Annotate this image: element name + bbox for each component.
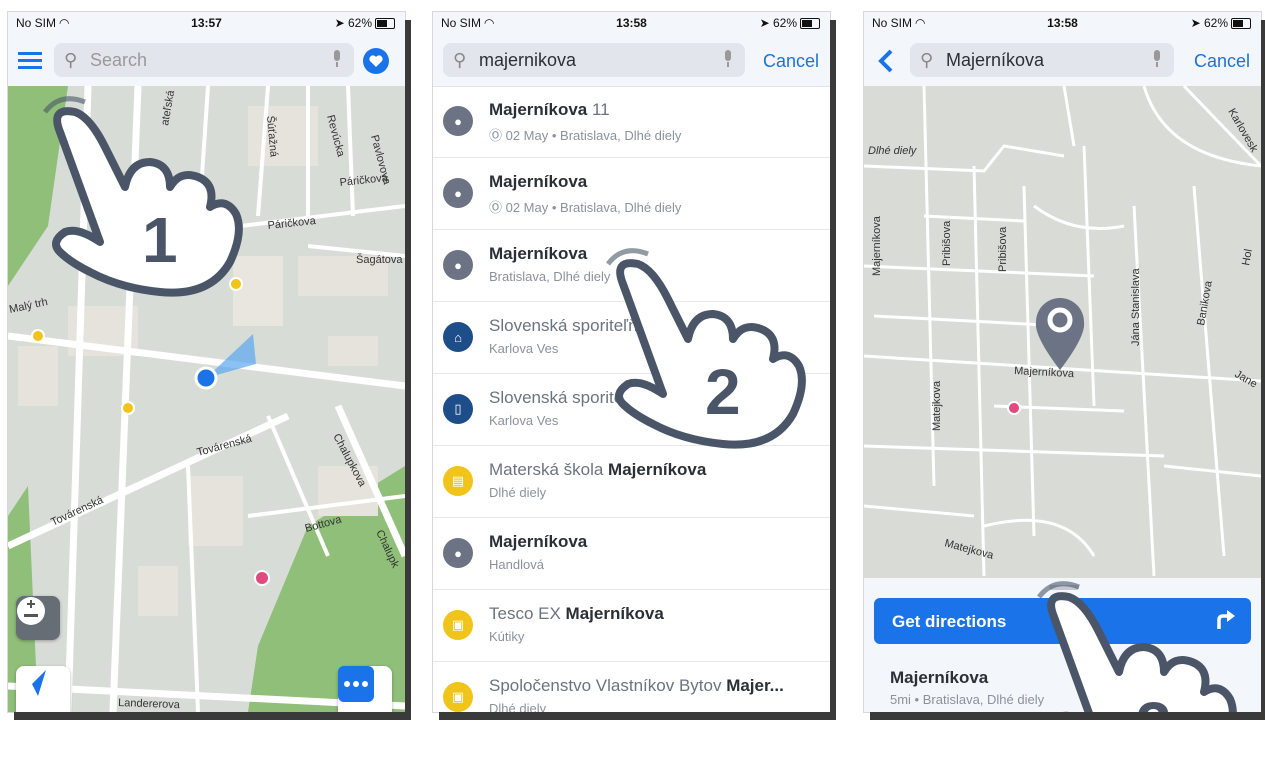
- place-subtitle: 5mi • Bratislava, Dlhé diely: [890, 692, 1045, 707]
- pin-icon: ●: [443, 106, 473, 136]
- list-item[interactable]: ● Majerníkova Handlová: [433, 518, 830, 590]
- street-label: Jána Stanislava: [1130, 267, 1142, 346]
- battery-indicator: ➤ 62%: [760, 16, 820, 30]
- list-item[interactable]: ▣ Tesco EX Majerníkova Kútiky: [433, 590, 830, 662]
- map-graphic: Pavlovova Revúcka Šúťažná Páričkova Pári…: [8, 86, 405, 712]
- search-icon: ⚲: [920, 50, 934, 70]
- list-item[interactable]: ● Majerníkova Bratislava, Dlhé diely: [433, 230, 830, 302]
- result-title: Tesco EX Majerníkova: [489, 604, 664, 623]
- result-title: Slovenská sporiteľňa: [489, 388, 648, 407]
- search-input[interactable]: ⚲ majernikova: [443, 43, 745, 77]
- drag-handle[interactable]: [1049, 585, 1079, 590]
- atm-icon: ▯: [443, 394, 473, 424]
- map-graphic: Dlhé diely Majerníkova Pribišova Pribišo…: [864, 86, 1261, 578]
- search-toolbar: ⚲ Search: [8, 34, 405, 87]
- pin-icon: ●: [443, 538, 473, 568]
- poi-marker: [31, 329, 45, 343]
- battery-icon: [800, 18, 820, 30]
- list-item[interactable]: ● Majerníkova Ⓞ 02 May • Bratislava, Dlh…: [433, 158, 830, 230]
- shop-icon: ▣: [443, 610, 473, 640]
- cancel-button[interactable]: Cancel: [1194, 51, 1250, 72]
- zoom-button[interactable]: [16, 596, 60, 640]
- back-chevron-icon[interactable]: [876, 48, 896, 74]
- status-bar: No SIM ◠ 13:57 ➤ 62%: [8, 12, 405, 34]
- results-list: ● Majerníkova 11 Ⓞ 02 May • Bratislava, …: [433, 86, 830, 712]
- microphone-icon[interactable]: [332, 50, 342, 68]
- result-subtitle: Karlova Ves: [489, 413, 559, 428]
- search-icon: ⚲: [453, 50, 467, 70]
- battery-indicator: ➤ 62%: [335, 16, 395, 30]
- search-toolbar: ⚲ Majerníkova Cancel: [864, 34, 1261, 87]
- result-title: Majerníkova: [489, 244, 588, 263]
- search-value: majernikova: [479, 50, 577, 70]
- poi-marker: [254, 570, 270, 586]
- result-subtitle: Handlová: [489, 557, 544, 572]
- result-subtitle: Bratislava, Dlhé diely: [489, 269, 611, 284]
- turn-right-arrow-icon: [1215, 609, 1237, 636]
- status-bar: No SIM ◠ 13:58 ➤ 62%: [433, 12, 830, 34]
- result-subtitle: Karlova Ves: [489, 341, 559, 356]
- battery-icon: [1231, 18, 1251, 30]
- street-label: Majerníkova: [871, 215, 883, 276]
- locate-button[interactable]: [16, 666, 70, 712]
- bank-icon: ⌂: [443, 322, 473, 352]
- menu-icon[interactable]: [18, 50, 42, 70]
- result-subtitle: Dlhé diely: [489, 485, 547, 500]
- zoom-plus-minus-icon: [17, 597, 45, 625]
- result-subtitle: Ⓞ 02 May • Bratislava, Dlhé diely: [489, 128, 682, 143]
- result-title: Slovenská sporiteľňa: [489, 316, 648, 335]
- status-bar: No SIM ◠ 13:58 ➤ 62%: [864, 12, 1261, 34]
- screen-map-view: No SIM ◠ 13:57 ➤ 62% ⚲ Search Pavlovova …: [8, 12, 405, 712]
- list-item[interactable]: ▣ Spoločenstvo Vlastníkov Bytov Majer...…: [433, 662, 830, 712]
- navigation-arrow-icon: [20, 670, 46, 696]
- microphone-icon[interactable]: [723, 50, 733, 68]
- result-title: Majerníkova: [489, 532, 588, 551]
- get-directions-label: Get directions: [892, 612, 1007, 631]
- list-item[interactable]: ▤ Materská škola Majerníkova Dlhé diely: [433, 446, 830, 518]
- street-label: Matejkova: [931, 380, 943, 431]
- area-label: Dlhé diely: [868, 145, 918, 157]
- search-toolbar: ⚲ majernikova Cancel: [433, 34, 830, 87]
- battery-icon: [375, 18, 395, 30]
- poi-marker: [229, 277, 243, 291]
- street-label: Pribišova: [941, 220, 953, 266]
- place-title: Majerníkova: [890, 668, 989, 687]
- shop-icon: ▣: [443, 682, 473, 712]
- get-directions-button[interactable]: Get directions: [874, 598, 1251, 644]
- place-panel: Get directions Majerníkova 5mi • Bratisl…: [864, 578, 1261, 712]
- search-icon: ⚲: [64, 50, 78, 70]
- result-subtitle: Ⓞ 02 May • Bratislava, Dlhé diely: [489, 200, 682, 215]
- screen-search-results: No SIM ◠ 13:58 ➤ 62% ⚲ majernikova Cancel…: [433, 12, 830, 712]
- search-input[interactable]: ⚲ Search: [54, 43, 354, 77]
- result-title: Majerníkova: [489, 172, 588, 191]
- search-placeholder: Search: [90, 50, 148, 70]
- heart-icon[interactable]: [363, 48, 389, 74]
- list-item[interactable]: ● Majerníkova 11 Ⓞ 02 May • Bratislava, …: [433, 86, 830, 158]
- street-label: Landererova: [118, 697, 181, 711]
- pin-icon: ●: [443, 250, 473, 280]
- search-input[interactable]: ⚲ Majerníkova: [910, 43, 1174, 77]
- school-icon: ▤: [443, 466, 473, 496]
- result-title: Majerníkova 11: [489, 100, 610, 119]
- more-dots-icon: [338, 666, 374, 702]
- battery-indicator: ➤ 62%: [1191, 16, 1251, 30]
- result-title: Materská škola Majerníkova: [489, 460, 707, 479]
- current-location-dot: [194, 366, 218, 390]
- result-subtitle: Kútiky: [489, 629, 525, 644]
- list-item[interactable]: ⌂ Slovenská sporiteľňa Karlova Ves: [433, 302, 830, 374]
- street-label: Pribišova: [997, 226, 1009, 272]
- list-item[interactable]: ▯ Slovenská sporiteľňa Karlova Ves: [433, 374, 830, 446]
- result-title: Spoločenstvo Vlastníkov Bytov Majer...: [489, 676, 784, 695]
- poi-marker: [121, 401, 135, 415]
- street-label: Šagátova: [356, 253, 403, 266]
- search-value: Majerníkova: [946, 50, 1045, 70]
- poi-marker: [1007, 401, 1021, 415]
- map-canvas[interactable]: Pavlovova Revúcka Šúťažná Páričkova Pári…: [8, 86, 405, 712]
- pin-icon: ●: [443, 178, 473, 208]
- microphone-icon[interactable]: [1152, 50, 1162, 68]
- screen-place-detail: No SIM ◠ 13:58 ➤ 62% ⚲ Majerníkova Cancel: [864, 12, 1261, 712]
- more-button[interactable]: [338, 666, 392, 712]
- result-subtitle: Dlhé diely: [489, 701, 547, 712]
- cancel-button[interactable]: Cancel: [763, 51, 819, 72]
